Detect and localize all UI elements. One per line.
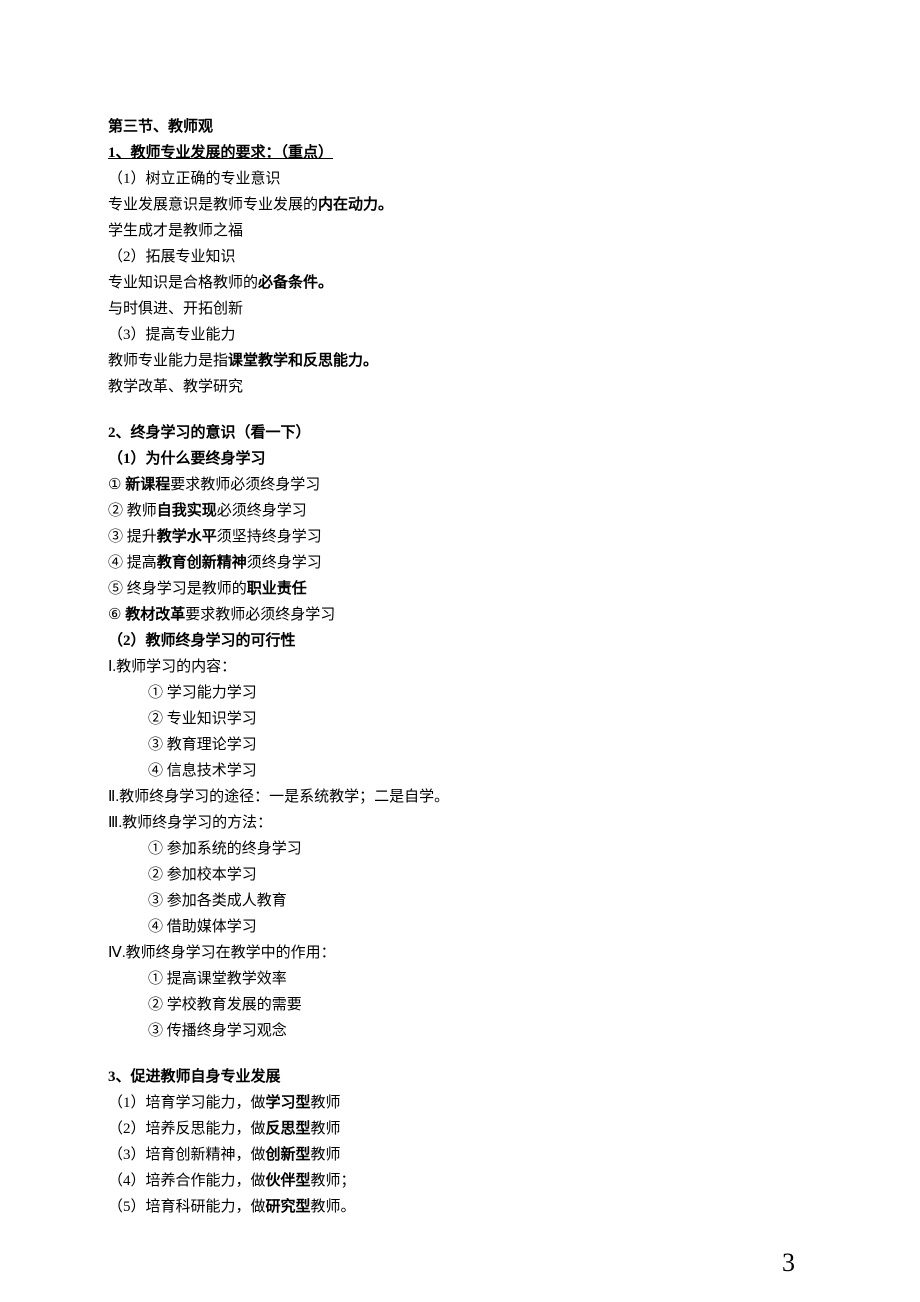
s3-l3b: 创新型 bbox=[266, 1147, 311, 1163]
s3-l1a: （1）培育学习能力，做 bbox=[108, 1095, 266, 1111]
heading-3: 3、促进教师自身专业发展 bbox=[108, 1065, 812, 1089]
s3-l1b: 学习型 bbox=[266, 1095, 311, 1111]
s2-i2a: ② 教师 bbox=[108, 503, 157, 519]
s3-l5a: （5）培育科研能力，做 bbox=[108, 1199, 266, 1215]
s2-i1c: 要求教师必须终身学习 bbox=[170, 477, 320, 493]
s2-i6c: 要求教师必须终身学习 bbox=[185, 607, 335, 623]
s3-l4c: 教师； bbox=[311, 1173, 356, 1189]
s2-i5b: 职业责任 bbox=[247, 581, 307, 597]
s2-i4b: 教育创新精神 bbox=[157, 555, 247, 571]
s1-l7: （3）提高专业能力 bbox=[108, 323, 812, 347]
s3-l3a: （3）培育创新精神，做 bbox=[108, 1147, 266, 1163]
s2-sub2: （2）教师终身学习的可行性 bbox=[108, 629, 812, 653]
s3-l1: （1）培育学习能力，做学习型教师 bbox=[108, 1091, 812, 1115]
s2-r1-2: ② 专业知识学习 bbox=[108, 707, 812, 731]
s3-l5: （5）培育科研能力，做研究型教师。 bbox=[108, 1195, 812, 1219]
s2-r4: Ⅳ.教师终身学习在教学中的作用： bbox=[108, 941, 812, 965]
s2-r4-2: ② 学校教育发展的需要 bbox=[108, 993, 812, 1017]
s1-l2b: 内在动力。 bbox=[318, 197, 393, 213]
s2-i1b: 新课程 bbox=[125, 477, 170, 493]
s2-i1a: ① bbox=[108, 477, 125, 493]
s3-l2: （2）培养反思能力，做反思型教师 bbox=[108, 1117, 812, 1141]
s3-l3c: 教师 bbox=[311, 1147, 341, 1163]
section-title: 第三节、教师观 bbox=[108, 115, 812, 139]
s2-i5a: ⑤ 终身学习是教师的 bbox=[108, 581, 247, 597]
s3-l1c: 教师 bbox=[311, 1095, 341, 1111]
s2-i1: ① 新课程要求教师必须终身学习 bbox=[108, 473, 812, 497]
s2-i6: ⑥ 教材改革要求教师必须终身学习 bbox=[108, 603, 812, 627]
s2-r3-2: ② 参加校本学习 bbox=[108, 863, 812, 887]
s1-l2a: 专业发展意识是教师专业发展的 bbox=[108, 197, 318, 213]
s3-l5c: 教师。 bbox=[311, 1199, 356, 1215]
s2-r1-3: ③ 教育理论学习 bbox=[108, 733, 812, 757]
page-number: 3 bbox=[782, 1242, 795, 1284]
s2-i6b: 教材改革 bbox=[125, 607, 185, 623]
s3-l3: （3）培育创新精神，做创新型教师 bbox=[108, 1143, 812, 1167]
s3-l2a: （2）培养反思能力，做 bbox=[108, 1121, 266, 1137]
s2-i3b: 教学水平 bbox=[157, 529, 217, 545]
s3-l4: （4）培养合作能力，做伙伴型教师； bbox=[108, 1169, 812, 1193]
s2-r3-1: ① 参加系统的终身学习 bbox=[108, 837, 812, 861]
s1-l5a: 专业知识是合格教师的 bbox=[108, 275, 258, 291]
heading-2: 2、终身学习的意识（看一下） bbox=[108, 421, 812, 445]
s2-i2: ② 教师自我实现必须终身学习 bbox=[108, 499, 812, 523]
s3-l4b: 伙伴型 bbox=[266, 1173, 311, 1189]
s2-r3: Ⅲ.教师终身学习的方法： bbox=[108, 811, 812, 835]
s1-l3: 学生成才是教师之福 bbox=[108, 219, 812, 243]
s2-r3-4: ④ 借助媒体学习 bbox=[108, 915, 812, 939]
s3-l4a: （4）培养合作能力，做 bbox=[108, 1173, 266, 1189]
s2-i2c: 必须终身学习 bbox=[217, 503, 307, 519]
s2-i4: ④ 提高教育创新精神须终身学习 bbox=[108, 551, 812, 575]
s2-r2: Ⅱ.教师终身学习的途径：一是系统教学；二是自学。 bbox=[108, 785, 812, 809]
s2-i2b: 自我实现 bbox=[157, 503, 217, 519]
s3-l5b: 研究型 bbox=[266, 1199, 311, 1215]
s1-l2: 专业发展意识是教师专业发展的内在动力。 bbox=[108, 193, 812, 217]
heading-1: 1、教师专业发展的要求：（重点） bbox=[108, 141, 812, 165]
s2-r1-4: ④ 信息技术学习 bbox=[108, 759, 812, 783]
s2-i6a: ⑥ bbox=[108, 607, 125, 623]
s1-l8a: 教师专业能力是指 bbox=[108, 353, 228, 369]
s1-l6: 与时俱进、开拓创新 bbox=[108, 297, 812, 321]
s2-r3-3: ③ 参加各类成人教育 bbox=[108, 889, 812, 913]
s1-l8b: 课堂教学和反思能力。 bbox=[228, 353, 378, 369]
s1-l9: 教学改革、教学研究 bbox=[108, 375, 812, 399]
s2-i4c: 须终身学习 bbox=[247, 555, 322, 571]
s2-r4-1: ① 提高课堂教学效率 bbox=[108, 967, 812, 991]
s1-l8: 教师专业能力是指课堂教学和反思能力。 bbox=[108, 349, 812, 373]
s1-l5: 专业知识是合格教师的必备条件。 bbox=[108, 271, 812, 295]
s2-i3c: 须坚持终身学习 bbox=[217, 529, 322, 545]
s2-i4a: ④ 提高 bbox=[108, 555, 157, 571]
heading-1-num: 1、 bbox=[108, 145, 131, 161]
s2-r1-1: ① 学习能力学习 bbox=[108, 681, 812, 705]
s3-l2b: 反思型 bbox=[266, 1121, 311, 1137]
s2-r1: Ⅰ.教师学习的内容： bbox=[108, 655, 812, 679]
s2-i3: ③ 提升教学水平须坚持终身学习 bbox=[108, 525, 812, 549]
s2-i3a: ③ 提升 bbox=[108, 529, 157, 545]
s3-l2c: 教师 bbox=[311, 1121, 341, 1137]
s1-l5b: 必备条件。 bbox=[258, 275, 333, 291]
heading-1-title: 教师专业发展的要求：（重点） bbox=[131, 145, 334, 161]
s2-r4-3: ③ 传播终身学习观念 bbox=[108, 1019, 812, 1043]
s1-l4: （2）拓展专业知识 bbox=[108, 245, 812, 269]
s1-l1: （1）树立正确的专业意识 bbox=[108, 167, 812, 191]
s2-i5: ⑤ 终身学习是教师的职业责任 bbox=[108, 577, 812, 601]
s2-sub1: （1）为什么要终身学习 bbox=[108, 447, 812, 471]
